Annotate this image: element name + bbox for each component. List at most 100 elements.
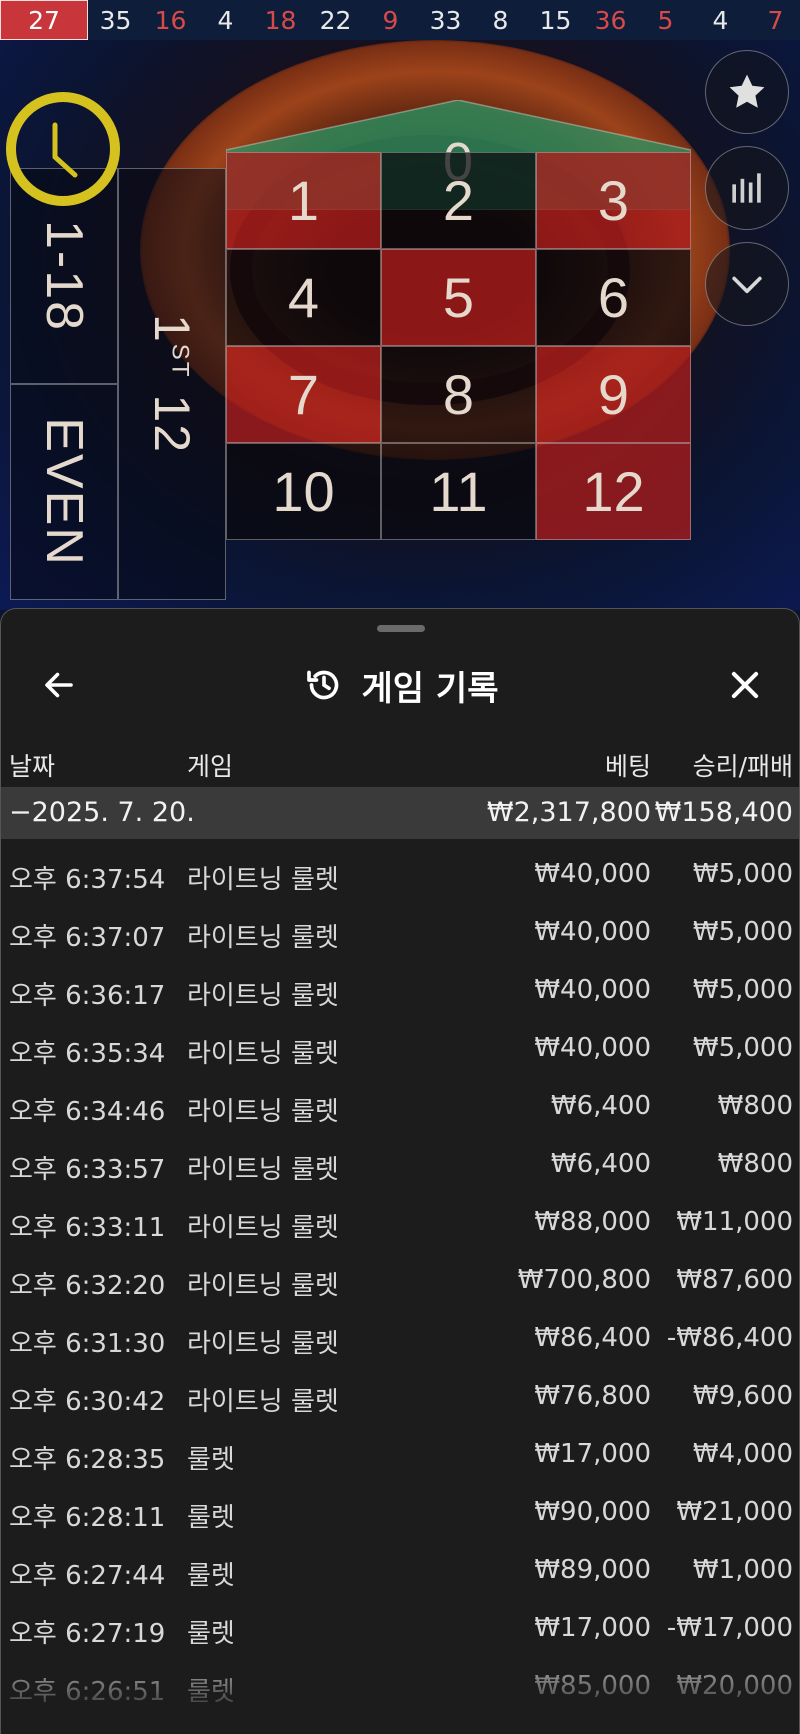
history-row[interactable]: 오후 6:33:11 라이트닝 룰렛 ₩88,000 ₩11,000	[1, 1187, 799, 1245]
row-bet: ₩40,000	[534, 975, 651, 1005]
row-game: 라이트닝 룰렛	[187, 923, 339, 953]
group-bet-total: ₩2,317,800	[486, 797, 651, 828]
history-row[interactable]: 오후 6:35:34 라이트닝 룰렛 ₩40,000 ₩5,000	[1, 1013, 799, 1071]
history-row[interactable]: 오후 6:30:42 라이트닝 룰렛 ₩76,800 ₩9,600	[1, 1361, 799, 1419]
row-win-loss: ₩21,000	[676, 1497, 793, 1527]
row-win-loss: ₩11,000	[676, 1207, 793, 1237]
row-game: 라이트닝 룰렛	[187, 981, 339, 1011]
row-game: 라이트닝 룰렛	[187, 1387, 339, 1417]
bet-spot-number[interactable]: 5	[381, 249, 536, 346]
history-number: 8	[492, 5, 509, 35]
history-number: 36	[594, 5, 627, 35]
row-game: 라이트닝 룰렛	[187, 1329, 339, 1359]
date-group-row[interactable]: −2025. 7. 20. ₩2,317,800 ₩158,400	[1, 787, 799, 839]
clock-icon	[52, 122, 78, 178]
even-label: EVEN	[35, 417, 94, 567]
row-game: 룰렛	[187, 1503, 235, 1533]
history-number: 4	[712, 5, 729, 35]
bet-spot-1st-12[interactable]: 1ST 12	[118, 168, 226, 600]
row-bet: ₩88,000	[534, 1207, 651, 1237]
row-win-loss: ₩5,000	[692, 859, 793, 889]
row-win-loss: ₩4,000	[692, 1439, 793, 1469]
bet-spot-even[interactable]: EVEN	[10, 384, 118, 600]
history-row[interactable]: 오후 6:31:30 라이트닝 룰렛 ₩86,400 -₩86,400	[1, 1303, 799, 1361]
row-bet: ₩90,000	[534, 1497, 651, 1527]
row-game: 라이트닝 룰렛	[187, 1213, 339, 1243]
history-number: 5	[657, 5, 674, 35]
row-bet: ₩89,000	[534, 1555, 651, 1585]
row-bet: ₩86,400	[534, 1323, 651, 1353]
history-row[interactable]: 오후 6:32:20 라이트닝 룰렛 ₩700,800 ₩87,600	[1, 1245, 799, 1303]
history-number: 7	[767, 5, 784, 35]
close-button[interactable]	[721, 661, 769, 709]
row-bet: ₩6,400	[550, 1149, 651, 1179]
row-win-loss: ₩800	[717, 1149, 793, 1179]
game-history-sheet: 게임 기록 날짜 게임 베팅 승리/패배 −2025. 7. 20. ₩2,31…	[0, 608, 800, 1734]
row-time: 오후 6:37:54	[9, 865, 166, 895]
row-win-loss: -₩86,400	[666, 1323, 793, 1353]
row-time: 오후 6:34:46	[9, 1097, 166, 1127]
bet-spot-number[interactable]: 9	[536, 346, 691, 443]
history-row[interactable]: 오후 6:34:46 라이트닝 룰렛 ₩6,400 ₩800	[1, 1071, 799, 1129]
bet-spot-number[interactable]: 10	[226, 443, 381, 540]
column-game: 게임	[187, 752, 234, 781]
bet-spot-number[interactable]: 2	[381, 152, 536, 249]
back-button[interactable]	[35, 661, 83, 709]
history-number: 9	[382, 5, 399, 35]
close-icon	[731, 671, 759, 699]
history-rows: 오후 6:37:54 라이트닝 룰렛 ₩40,000 ₩5,000 오후 6:37:07…	[1, 839, 799, 1709]
row-bet: ₩40,000	[534, 917, 651, 947]
history-row[interactable]: 오후 6:27:19 룰렛 ₩17,000 -₩17,000	[1, 1593, 799, 1651]
history-row[interactable]: 오후 6:33:57 라이트닝 룰렛 ₩6,400 ₩800	[1, 1129, 799, 1187]
history-row[interactable]: 오후 6:28:35 룰렛 ₩17,000 ₩4,000	[1, 1419, 799, 1477]
history-row[interactable]: 오후 6:37:54 라이트닝 룰렛 ₩40,000 ₩5,000	[1, 839, 799, 897]
dozen-label: 1ST 12	[144, 313, 201, 455]
history-row[interactable]: 오후 6:27:44 룰렛 ₩89,000 ₩1,000	[1, 1535, 799, 1593]
statistics-button[interactable]	[705, 146, 789, 230]
bet-spot-number[interactable]: 7	[226, 346, 381, 443]
bet-spot-number[interactable]: 1	[226, 152, 381, 249]
row-bet: ₩17,000	[534, 1439, 651, 1469]
row-game: 룰렛	[187, 1445, 235, 1475]
row-time: 오후 6:31:30	[9, 1329, 166, 1359]
row-game: 라이트닝 룰렛	[187, 1097, 339, 1127]
row-time: 오후 6:32:20	[9, 1271, 166, 1301]
row-bet: ₩40,000	[534, 1033, 651, 1063]
list-fade-overlay	[1, 1644, 799, 1734]
row-win-loss: ₩9,600	[692, 1381, 793, 1411]
history-number: 4	[217, 5, 234, 35]
row-bet: ₩17,000	[534, 1613, 651, 1643]
row-win-loss: ₩5,000	[692, 975, 793, 1005]
bet-spot-number[interactable]: 4	[226, 249, 381, 346]
favorites-button[interactable]	[705, 50, 789, 134]
history-row[interactable]: 오후 6:36:17 라이트닝 룰렛 ₩40,000 ₩5,000	[1, 955, 799, 1013]
bet-spot-number[interactable]: 3	[536, 152, 691, 249]
bet-spot-number[interactable]: 11	[381, 443, 536, 540]
bet-spot-number[interactable]: 12	[536, 443, 691, 540]
row-time: 오후 6:28:35	[9, 1445, 166, 1475]
sheet-header: 게임 기록	[1, 649, 799, 721]
bet-spot-number[interactable]: 6	[536, 249, 691, 346]
sheet-drag-handle[interactable]	[377, 625, 425, 632]
arrow-left-icon	[45, 672, 73, 698]
bar-chart-icon	[732, 173, 761, 203]
history-row[interactable]: 오후 6:28:11 룰렛 ₩90,000 ₩21,000	[1, 1477, 799, 1535]
row-time: 오후 6:33:11	[9, 1213, 166, 1243]
countdown-timer	[6, 92, 120, 206]
history-number: 27	[0, 0, 88, 40]
row-time: 오후 6:35:34	[9, 1039, 166, 1069]
history-number: 15	[539, 5, 572, 35]
row-win-loss: ₩800	[717, 1091, 793, 1121]
column-date: 날짜	[9, 752, 56, 781]
row-win-loss: ₩5,000	[692, 1033, 793, 1063]
group-date: −2025. 7. 20.	[9, 797, 195, 828]
result-history-strip: 27 35 16 4 18 22 9 33 8 15 36 5 4 7	[0, 0, 800, 40]
row-bet: ₩76,800	[534, 1381, 651, 1411]
row-win-loss: ₩5,000	[692, 917, 793, 947]
row-time: 오후 6:37:07	[9, 923, 166, 953]
row-time: 오후 6:36:17	[9, 981, 166, 1011]
collapse-button[interactable]	[705, 242, 789, 326]
bet-spot-number[interactable]: 8	[381, 346, 536, 443]
history-number: 33	[429, 5, 462, 35]
history-row[interactable]: 오후 6:37:07 라이트닝 룰렛 ₩40,000 ₩5,000	[1, 897, 799, 955]
